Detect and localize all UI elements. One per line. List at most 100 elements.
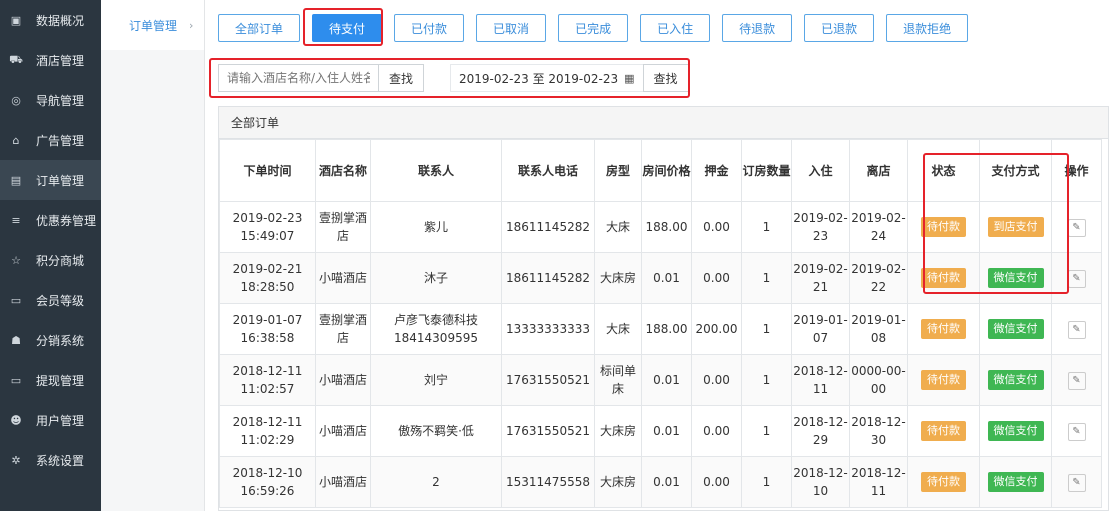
sidebar-item-1[interactable]: ⛟ 酒店管理 bbox=[0, 40, 101, 80]
gear-icon: ✲ bbox=[11, 453, 21, 467]
desktop-icon: ▣ bbox=[10, 13, 22, 27]
column-header: 房型 bbox=[594, 139, 642, 202]
cell-deposit: 0.00 bbox=[691, 405, 742, 457]
cell-checkout: 2019-02-24 bbox=[849, 201, 908, 253]
cell-room: 大床房 bbox=[594, 405, 642, 457]
panel-title: 全部订单 bbox=[219, 107, 1108, 139]
table-row: 2018-12-11 11:02:29 小喵酒店 傲殇不羁笑·低 1763155052… bbox=[219, 405, 1102, 457]
column-header: 酒店名称 bbox=[315, 139, 371, 202]
cell-checkin: 2018-12-11 bbox=[791, 354, 850, 406]
cell-checkout: 0000-00-00 bbox=[849, 354, 908, 406]
cart-icon: ⛟ bbox=[9, 52, 23, 66]
cell-qty: 1 bbox=[741, 201, 792, 253]
status-badge: 待付款 bbox=[921, 421, 966, 441]
table-row: 2018-12-11 11:02:57 小喵酒店 刘宁 17631550521 标间单床… bbox=[219, 354, 1102, 406]
cell-phone: 18611145282 bbox=[501, 201, 595, 253]
cell-phone: 17631550521 bbox=[501, 354, 595, 406]
cell-qty: 1 bbox=[741, 303, 792, 355]
cell-payment: 微信支付 bbox=[979, 456, 1052, 508]
sidebar-item-label: 数据概况 bbox=[36, 13, 85, 28]
column-header: 下单时间 bbox=[219, 139, 316, 202]
sidebar-item-10[interactable]: ☻ 用户管理 bbox=[0, 400, 101, 440]
cell-deposit: 0.00 bbox=[691, 456, 742, 508]
tab-7[interactable]: 已退款 bbox=[804, 14, 875, 42]
sidebar-item-2[interactable]: ◎ 导航管理 bbox=[0, 80, 101, 120]
cell-phone: 18611145282 bbox=[501, 252, 595, 304]
sidebar-item-4[interactable]: ▤ 订单管理 bbox=[0, 160, 101, 200]
edit-pencil-icon[interactable]: ✎ bbox=[1067, 423, 1086, 441]
cell-contact: 紫儿 bbox=[370, 201, 502, 253]
sidebar-item-9[interactable]: ▭ 提现管理 bbox=[0, 360, 101, 400]
cell-hotel: 壹捌掌酒店 bbox=[315, 201, 371, 253]
cell-hotel: 小喵酒店 bbox=[315, 252, 371, 304]
tab-0[interactable]: 全部订单 bbox=[218, 14, 301, 42]
tab-4[interactable]: 已完成 bbox=[558, 14, 629, 42]
cell-checkin: 2019-02-23 bbox=[791, 201, 850, 253]
cell-hotel: 小喵酒店 bbox=[315, 405, 371, 457]
status-badge: 待付款 bbox=[921, 370, 966, 390]
sidebar-item-label: 酒店管理 bbox=[36, 53, 85, 68]
cell-checkout: 2019-01-08 bbox=[849, 303, 908, 355]
cell-checkout: 2018-12-30 bbox=[849, 405, 908, 457]
cell-checkin: 2019-02-21 bbox=[791, 252, 850, 304]
sidebar-item-3[interactable]: ⌂ 广告管理 bbox=[0, 120, 101, 160]
cell-contact: 傲殇不羁笑·低 bbox=[370, 405, 502, 457]
edit-pencil-icon[interactable]: ✎ bbox=[1067, 372, 1086, 390]
cell-time: 2018-12-11 11:02:29 bbox=[219, 405, 316, 457]
sidebar-item-label: 会员等级 bbox=[36, 293, 85, 308]
cell-payment: 微信支付 bbox=[979, 405, 1052, 457]
cell-qty: 1 bbox=[741, 405, 792, 457]
tab-3[interactable]: 已取消 bbox=[476, 14, 547, 42]
cell-deposit: 200.00 bbox=[691, 303, 742, 355]
subnav-item-orders[interactable]: 订单管理 › bbox=[101, 0, 204, 50]
cell-room: 标间单床 bbox=[594, 354, 642, 406]
cell-status: 待付款 bbox=[907, 456, 980, 508]
cell-contact: 沐子 bbox=[370, 252, 502, 304]
sidebar-item-0[interactable]: ▣ 数据概况 bbox=[0, 0, 101, 40]
sidebar-item-label: 积分商城 bbox=[36, 253, 85, 268]
table-row: 2018-12-10 16:59:26 小喵酒店 2 15311475558 大床房 0.… bbox=[219, 456, 1102, 508]
tab-8[interactable]: 退款拒绝 bbox=[886, 14, 969, 42]
cell-checkout: 2018-12-11 bbox=[849, 456, 908, 508]
sidebar-item-label: 订单管理 bbox=[36, 173, 85, 188]
sidebar-item-label: 分销系统 bbox=[36, 333, 85, 348]
cell-contact: 卢彦飞泰德科技 18414309595 bbox=[370, 303, 502, 355]
edit-pencil-icon[interactable]: ✎ bbox=[1067, 270, 1086, 288]
card-icon: ▭ bbox=[10, 293, 22, 307]
sidebar-item-6[interactable]: ☆ 积分商城 bbox=[0, 240, 101, 280]
cell-status: 待付款 bbox=[907, 354, 980, 406]
cell-status: 待付款 bbox=[907, 303, 980, 355]
tab-6[interactable]: 待退款 bbox=[722, 14, 793, 42]
cell-hotel: 壹捌掌酒店 bbox=[315, 303, 371, 355]
cell-room: 大床 bbox=[594, 201, 642, 253]
column-header: 订房数量 bbox=[741, 139, 792, 202]
user-icon: ☻ bbox=[10, 413, 22, 427]
cell-time: 2019-02-23 15:49:07 bbox=[219, 201, 316, 253]
cell-price: 0.01 bbox=[641, 456, 692, 508]
cell-time: 2019-02-21 18:28:50 bbox=[219, 252, 316, 304]
column-header: 联系人电话 bbox=[501, 139, 595, 202]
sub-navigation: 订单管理 › bbox=[101, 0, 205, 511]
tab-2[interactable]: 已付款 bbox=[394, 14, 465, 42]
sidebar-item-11[interactable]: ✲ 系统设置 bbox=[0, 440, 101, 480]
sidebar-item-label: 提现管理 bbox=[36, 373, 85, 388]
sidebar-item-label: 导航管理 bbox=[36, 93, 85, 108]
cell-actions: ✎ bbox=[1051, 303, 1102, 355]
sidebar-item-8[interactable]: ☗ 分销系统 bbox=[0, 320, 101, 360]
tab-5[interactable]: 已入住 bbox=[640, 14, 711, 42]
cell-checkin: 2018-12-29 bbox=[791, 405, 850, 457]
edit-pencil-icon[interactable]: ✎ bbox=[1067, 321, 1086, 339]
cell-time: 2018-12-10 16:59:26 bbox=[219, 456, 316, 508]
cell-payment: 微信支付 bbox=[979, 354, 1052, 406]
column-header: 离店 bbox=[849, 139, 908, 202]
sidebar-item-7[interactable]: ▭ 会员等级 bbox=[0, 280, 101, 320]
sidebar-item-label: 广告管理 bbox=[36, 133, 85, 148]
star-icon: ☆ bbox=[11, 253, 21, 267]
sidebar-item-5[interactable]: ≡ 优惠券管理 bbox=[0, 200, 101, 240]
edit-pencil-icon[interactable]: ✎ bbox=[1067, 474, 1086, 492]
cell-actions: ✎ bbox=[1051, 354, 1102, 406]
cell-contact: 2 bbox=[370, 456, 502, 508]
edit-pencil-icon[interactable]: ✎ bbox=[1067, 219, 1086, 237]
cell-price: 0.01 bbox=[641, 252, 692, 304]
cell-status: 待付款 bbox=[907, 405, 980, 457]
